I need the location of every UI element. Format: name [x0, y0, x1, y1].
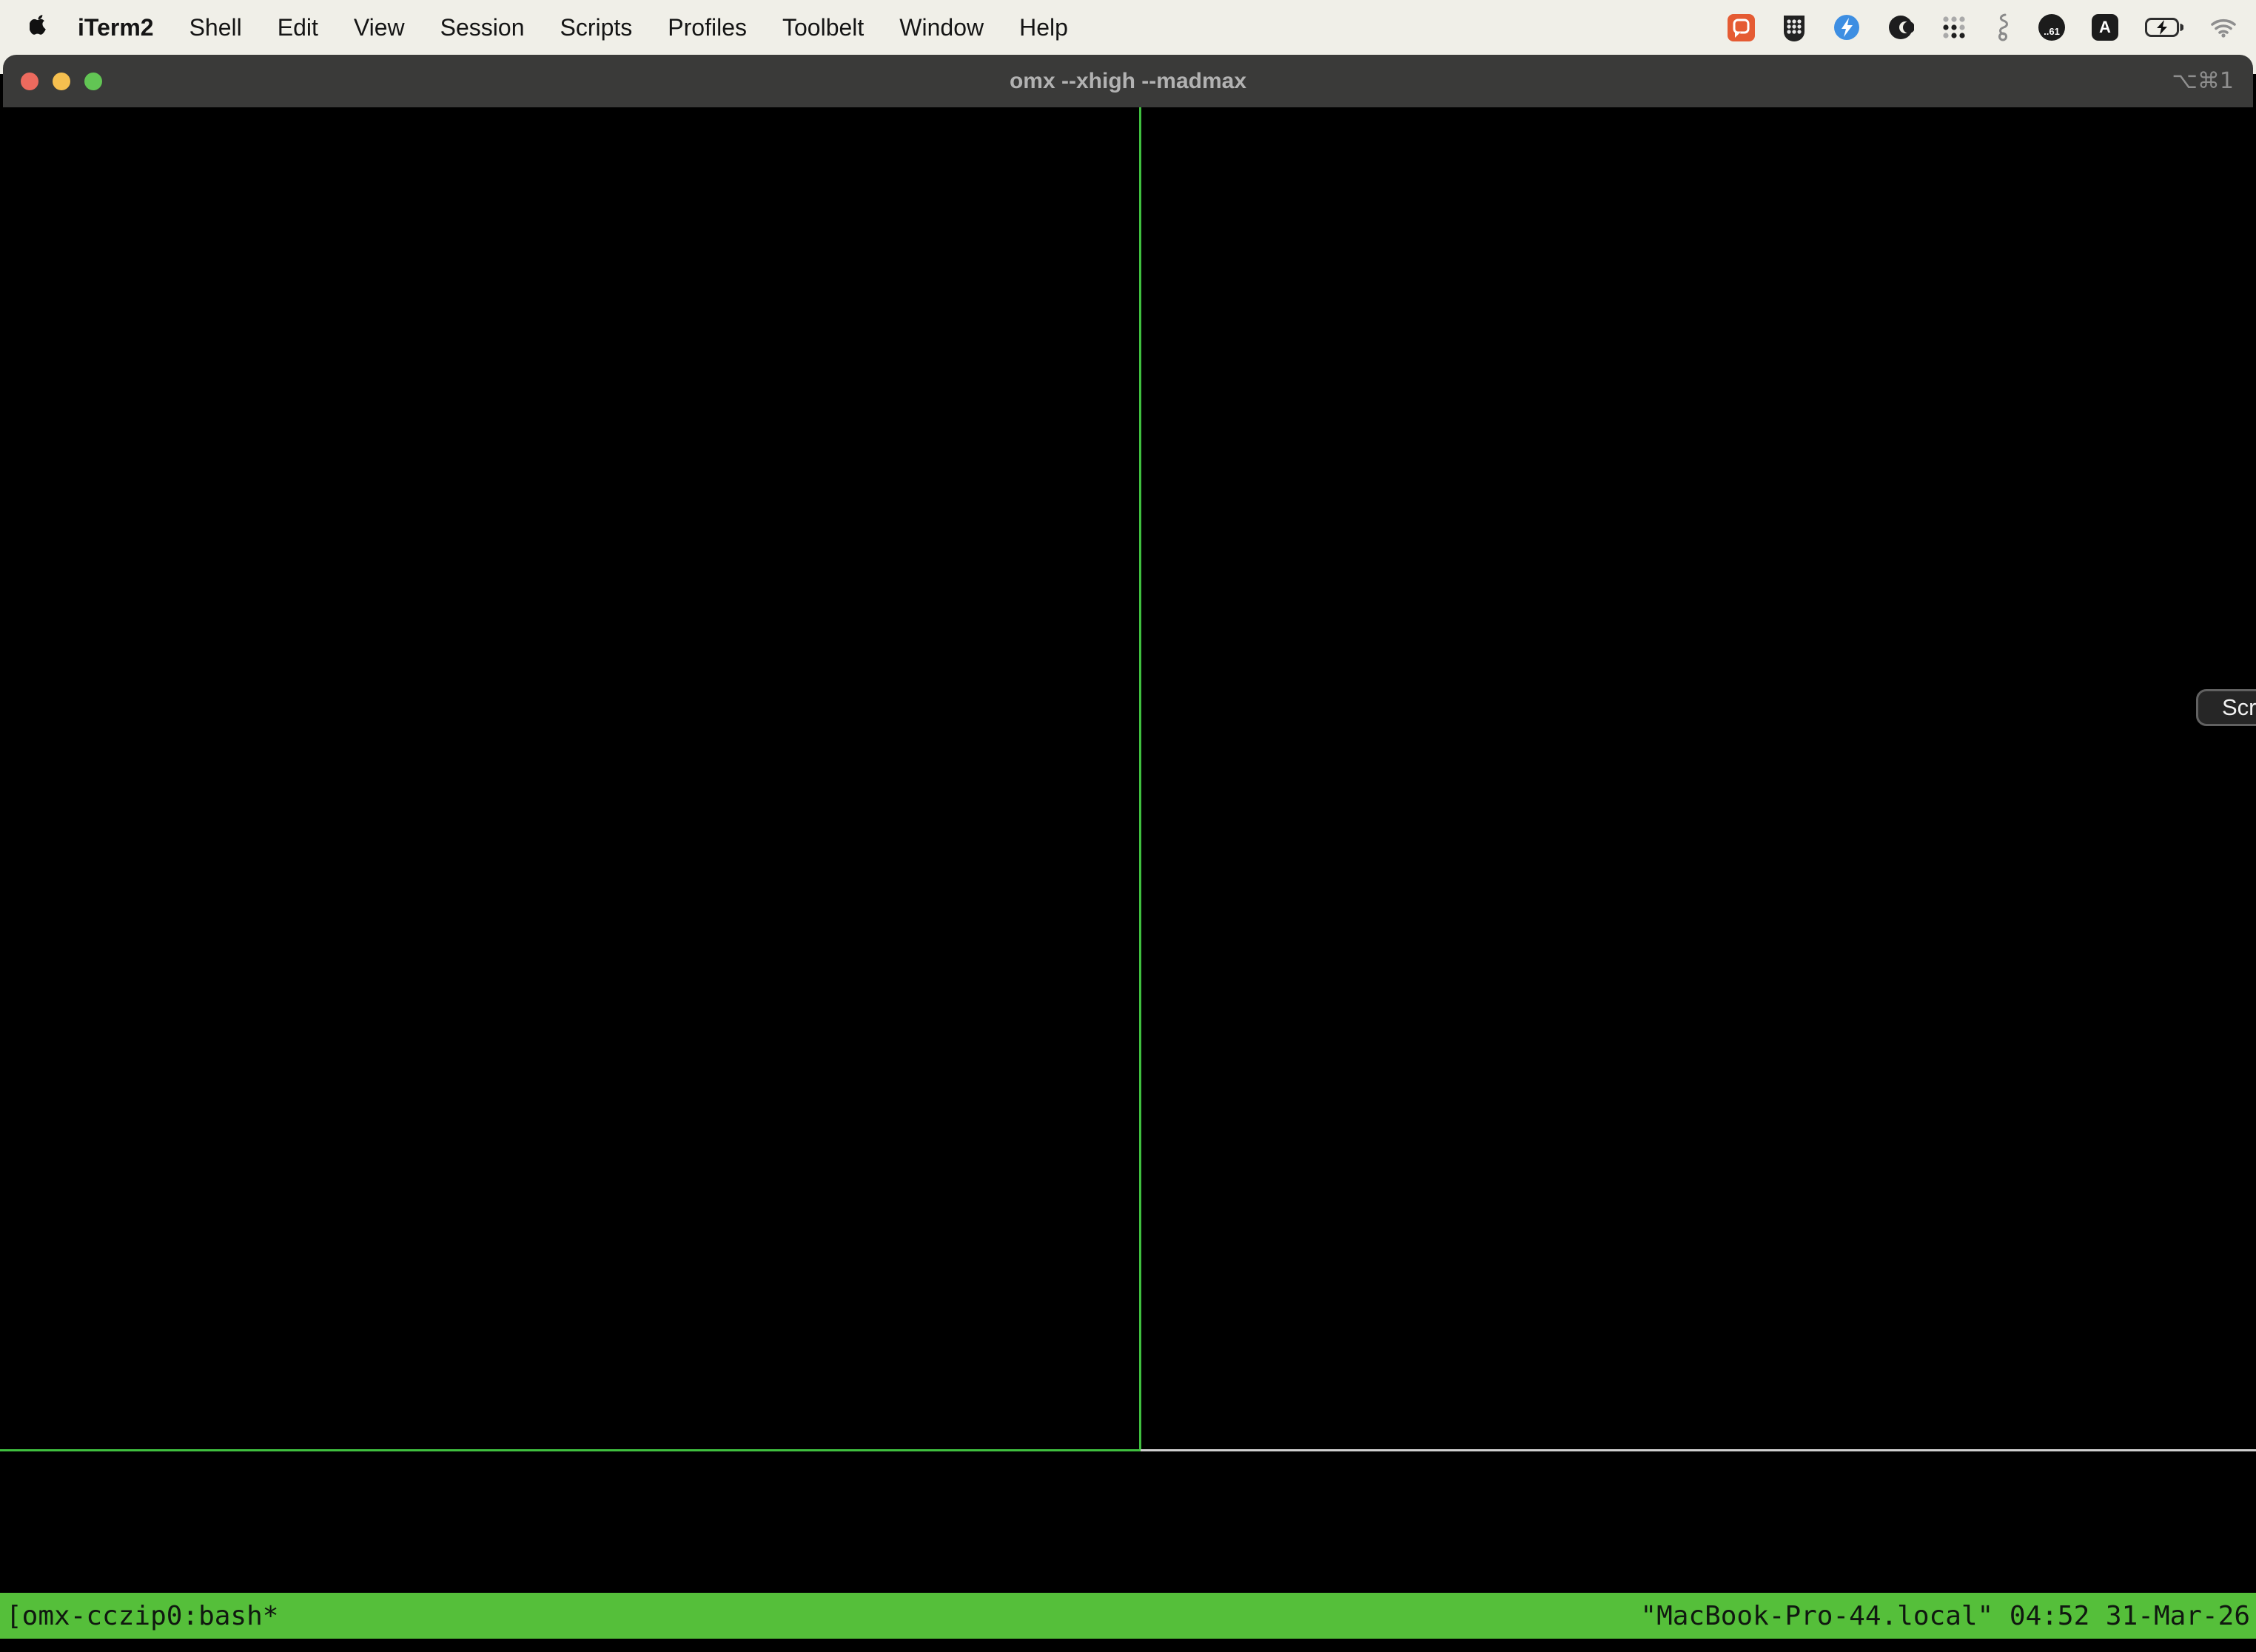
blue-bolt-icon[interactable] [1833, 14, 1861, 41]
apple-menu[interactable] [25, 13, 60, 41]
tmux-host-clock: "MacBook-Pro-44.local" 04:52 31-Mar-26 [1640, 1601, 2250, 1631]
pane-divider-vertical[interactable] [1139, 107, 1141, 1451]
wifi-icon[interactable] [2210, 17, 2237, 38]
menu-item-shell[interactable]: Shell [172, 14, 260, 41]
macos-menu-bar: iTerm2ShellEditViewSessionScriptsProfile… [0, 0, 2256, 55]
zoom-button[interactable] [84, 73, 102, 90]
window-shortcut-badge: ⌥⌘1 [2172, 55, 2234, 107]
tmux-status-bar: [omx-cczip0:bash* "MacBook-Pro-44.local"… [0, 1593, 2256, 1639]
menu-item-session[interactable]: Session [423, 14, 543, 41]
menu-items-left: iTerm2ShellEditViewSessionScriptsProfile… [0, 13, 1086, 41]
pacman-icon[interactable] [1887, 14, 1914, 41]
menu-item-help[interactable]: Help [1001, 14, 1086, 41]
menu-item-toolbelt[interactable]: Toolbelt [765, 14, 882, 41]
traffic-lights [21, 55, 102, 107]
close-button[interactable] [21, 73, 38, 90]
badge-a-icon[interactable]: A [2092, 14, 2118, 41]
badge-61-icon[interactable]: ..61 [2038, 14, 2065, 41]
screenshot-app-icon[interactable] [1728, 14, 1755, 41]
menu-item-view[interactable]: View [336, 14, 423, 41]
tmux-session-window[interactable]: [omx-cczip0:bash* [6, 1601, 278, 1631]
apple-icon [30, 13, 48, 41]
battery-icon[interactable] [2145, 18, 2183, 37]
menu-status-icons: ..61 A [1728, 13, 2256, 41]
menu-items: iTerm2ShellEditViewSessionScriptsProfile… [60, 14, 1086, 41]
menu-item-iterm2[interactable]: iTerm2 [60, 14, 172, 41]
keyboard-shield-icon[interactable] [1782, 14, 1807, 41]
terminal-screen [0, 107, 2256, 1652]
menu-item-window[interactable]: Window [882, 14, 1001, 41]
screen-overlay-label: Scre [2222, 694, 2256, 721]
dot-grid-icon[interactable] [1941, 14, 1967, 41]
menu-item-scripts[interactable]: Scripts [542, 14, 650, 41]
squiggle-icon[interactable] [1994, 13, 2012, 41]
pane-border-bottom-left [0, 1449, 1141, 1451]
pane-border-bottom-right [1141, 1449, 2256, 1451]
menu-item-profiles[interactable]: Profiles [650, 14, 765, 41]
minimize-button[interactable] [53, 73, 70, 90]
screen-overlay-button[interactable]: Scre [2196, 689, 2256, 726]
menu-item-edit[interactable]: Edit [260, 14, 336, 41]
window-title-bar[interactable]: omx --xhigh --madmax ⌥⌘1 [3, 55, 2253, 107]
window-title: omx --xhigh --madmax [1010, 55, 1246, 107]
